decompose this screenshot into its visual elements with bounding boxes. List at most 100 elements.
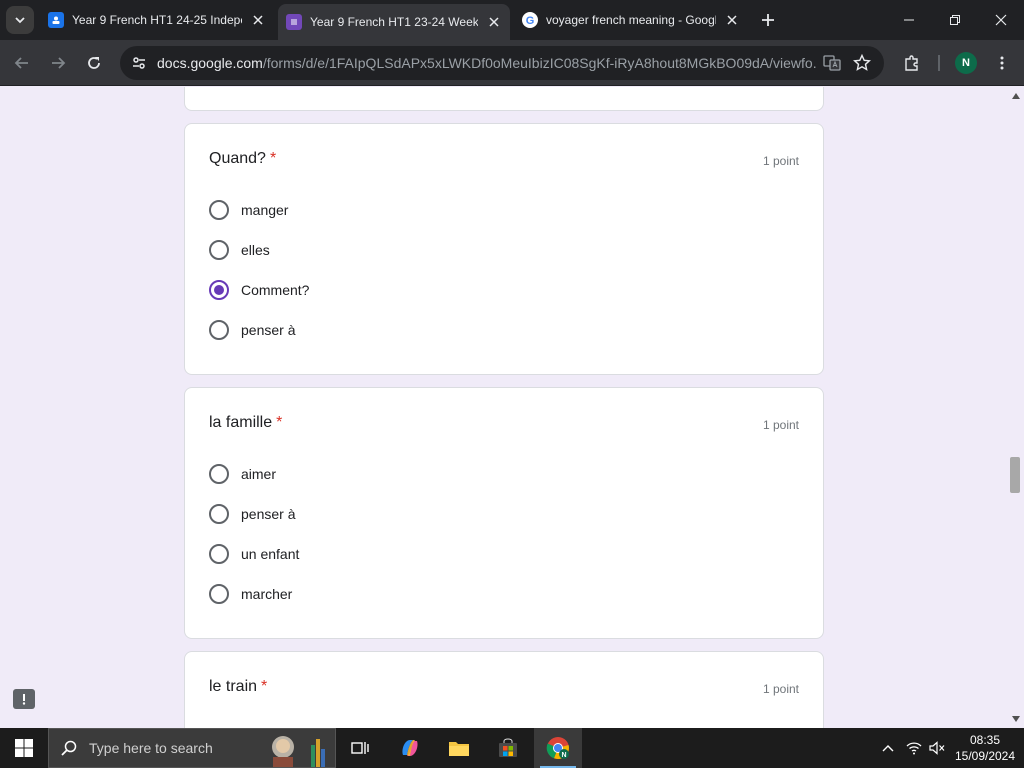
required-marker: * bbox=[261, 678, 268, 695]
profile-avatar[interactable]: N bbox=[955, 52, 977, 74]
file-explorer-button[interactable] bbox=[435, 728, 483, 768]
radio-option[interactable]: penser à bbox=[209, 502, 295, 526]
radio-button[interactable] bbox=[209, 200, 229, 220]
restore-button[interactable] bbox=[932, 0, 978, 40]
required-marker: * bbox=[276, 414, 283, 431]
search-icon bbox=[49, 739, 89, 757]
extensions-button[interactable] bbox=[898, 49, 926, 77]
chevron-up-icon bbox=[882, 745, 894, 752]
question-points: 1 point bbox=[762, 154, 799, 168]
url-text[interactable]: docs.google.com/forms/d/e/1FAIpQLSdAPx5x… bbox=[157, 55, 817, 71]
tab-title: voyager french meaning - Google Search bbox=[546, 13, 716, 27]
scrollbar-thumb[interactable] bbox=[1010, 457, 1020, 493]
browser-toolbar: docs.google.com/forms/d/e/1FAIpQLSdAPx5x… bbox=[0, 40, 1024, 86]
question-title: le train * bbox=[209, 678, 267, 696]
radio-option[interactable]: penser à bbox=[209, 318, 295, 342]
radio-option[interactable]: marcher bbox=[209, 582, 292, 606]
copilot-button[interactable] bbox=[386, 728, 434, 768]
page-scrollbar[interactable] bbox=[1008, 87, 1024, 728]
radio-button[interactable] bbox=[209, 544, 229, 564]
google-classroom-icon bbox=[48, 12, 64, 28]
option-label: marcher bbox=[241, 586, 293, 602]
option-label: un enfant bbox=[241, 546, 300, 562]
url-host: docs.google.com bbox=[157, 55, 263, 71]
required-marker: * bbox=[269, 150, 277, 167]
chevron-down-icon bbox=[15, 17, 25, 24]
close-icon bbox=[995, 14, 1007, 26]
chrome-taskbar-button[interactable]: N bbox=[534, 728, 582, 768]
translate-icon bbox=[823, 55, 841, 71]
address-bar[interactable]: docs.google.com/forms/d/e/1FAIpQLSdAPx5x… bbox=[120, 46, 884, 80]
svg-text:N: N bbox=[561, 752, 566, 759]
tab-0[interactable]: Year 9 French HT1 24-25 Independent bbox=[40, 4, 274, 36]
copilot-icon bbox=[402, 740, 418, 756]
bookmark-button[interactable] bbox=[852, 53, 872, 73]
chrome-icon: N bbox=[546, 737, 569, 760]
google-icon: G bbox=[522, 12, 538, 28]
microsoft-store-button[interactable] bbox=[484, 728, 532, 768]
url-path: /forms/d/e/1FAIpQLSdAPx5xLWKDf0oMeuIbizI… bbox=[262, 55, 817, 71]
toolbar-divider bbox=[938, 55, 940, 71]
radio-button[interactable] bbox=[209, 320, 229, 340]
minimize-button[interactable] bbox=[886, 0, 932, 40]
radio-option-selected[interactable]: Comment? bbox=[209, 278, 309, 302]
tab-search-button[interactable] bbox=[6, 6, 34, 34]
tab-1[interactable]: Year 9 French HT1 23-24 Week 1 bbox=[278, 4, 510, 40]
start-button[interactable] bbox=[0, 728, 48, 768]
wifi-icon bbox=[906, 742, 922, 755]
back-button[interactable] bbox=[8, 49, 36, 77]
radio-option[interactable]: manger bbox=[209, 198, 288, 222]
svg-text:G: G bbox=[526, 15, 535, 26]
option-label: penser à bbox=[241, 322, 296, 338]
question-card-previous bbox=[184, 87, 824, 111]
scroll-up-arrow-icon[interactable] bbox=[1011, 91, 1021, 101]
task-view-icon bbox=[351, 742, 369, 754]
question-title-text: la famille bbox=[209, 414, 273, 431]
folder-icon bbox=[449, 742, 469, 756]
translate-button[interactable] bbox=[822, 53, 842, 73]
task-view-button[interactable] bbox=[336, 728, 384, 768]
network-button[interactable] bbox=[903, 728, 925, 768]
show-hidden-icons-button[interactable] bbox=[878, 728, 898, 768]
option-label: manger bbox=[241, 202, 289, 218]
option-label: Comment? bbox=[241, 282, 310, 298]
question-card: la famille * 1 point aimer penser à un en… bbox=[184, 387, 824, 639]
new-tab-button[interactable] bbox=[756, 8, 780, 32]
radio-button[interactable] bbox=[209, 504, 229, 524]
radio-option[interactable]: un enfant bbox=[209, 542, 299, 566]
tab-title: Year 9 French HT1 23-24 Week 1 bbox=[310, 15, 478, 29]
google-forms-icon bbox=[286, 14, 302, 30]
tab-2[interactable]: G voyager french meaning - Google Search bbox=[514, 4, 748, 36]
feedback-icon bbox=[22, 694, 26, 705]
option-label: penser à bbox=[241, 506, 296, 522]
question-points: 1 point bbox=[762, 682, 799, 696]
taskbar-search[interactable]: Type here to search bbox=[48, 728, 336, 768]
scroll-down-arrow-icon[interactable] bbox=[1011, 714, 1021, 724]
radio-button[interactable] bbox=[209, 464, 229, 484]
question-title-text: Quand? bbox=[209, 150, 266, 167]
close-window-button[interactable] bbox=[978, 0, 1024, 40]
taskbar-clock[interactable]: 08:35 15/09/2024 bbox=[950, 732, 1020, 764]
radio-button[interactable] bbox=[209, 240, 229, 260]
radio-option[interactable]: aimer bbox=[209, 462, 276, 486]
radio-button[interactable] bbox=[209, 584, 229, 604]
report-feedback-button[interactable] bbox=[13, 689, 35, 709]
close-icon[interactable] bbox=[250, 12, 266, 28]
question-points: 1 point bbox=[762, 418, 799, 432]
radio-option[interactable]: elles bbox=[209, 238, 270, 262]
close-icon[interactable] bbox=[724, 12, 740, 28]
volume-muted-icon bbox=[929, 741, 945, 755]
forward-button[interactable] bbox=[44, 49, 72, 77]
chrome-menu-button[interactable] bbox=[988, 49, 1016, 77]
reload-button[interactable] bbox=[80, 49, 108, 77]
question-card: Quand? * 1 point manger elles Comment? pe… bbox=[184, 123, 824, 375]
site-info-button[interactable] bbox=[126, 50, 152, 76]
option-label: elles bbox=[241, 242, 270, 258]
reload-icon bbox=[88, 57, 100, 69]
question-title: la famille * bbox=[209, 414, 282, 432]
radio-button-checked[interactable] bbox=[209, 280, 229, 300]
volume-button[interactable] bbox=[926, 728, 948, 768]
close-icon[interactable] bbox=[486, 14, 502, 30]
form-page: Quand? * 1 point manger elles Comment? pe… bbox=[0, 87, 1024, 728]
question-title-text: le train bbox=[209, 678, 258, 695]
